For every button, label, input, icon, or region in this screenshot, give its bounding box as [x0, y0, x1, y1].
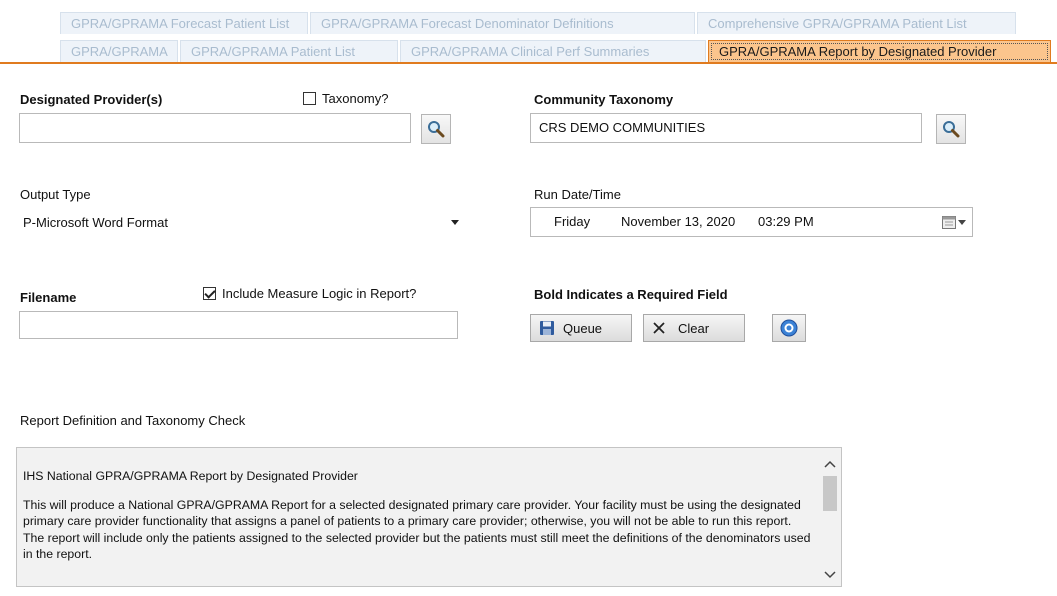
- chevron-down-icon: [451, 220, 459, 225]
- taxonomy-label: Taxonomy?: [322, 91, 389, 106]
- tab-report-by-designated-provider[interactable]: GPRA/GPRAMA Report by Designated Provide…: [708, 40, 1051, 62]
- help-button[interactable]: [772, 314, 806, 342]
- report-body: This will produce a National GPRA/GPRAMA…: [23, 497, 811, 562]
- tab-forecast-denominator-definitions[interactable]: GPRA/GPRAMA Forecast Denominator Definit…: [310, 12, 695, 34]
- report-definition-textbox[interactable]: IHS National GPRA/GPRAMA Report by Desig…: [16, 447, 842, 587]
- tab-clinical-perf-summaries[interactable]: GPRA/GPRAMA Clinical Perf Summaries: [400, 40, 706, 62]
- chevron-down-icon[interactable]: [824, 571, 836, 579]
- run-time[interactable]: 03:29 PM: [758, 208, 814, 236]
- search-icon: [943, 121, 960, 138]
- output-type-label: Output Type: [20, 187, 91, 202]
- include-measure-logic-checkbox-box[interactable]: [203, 287, 216, 301]
- queue-label: Queue: [563, 320, 603, 336]
- community-taxonomy-input[interactable]: CRS DEMO COMMUNITIES: [530, 113, 922, 143]
- report-definition-label: Report Definition and Taxonomy Check: [20, 413, 246, 428]
- include-measure-logic-checkbox[interactable]: Include Measure Logic in Report?: [203, 286, 416, 301]
- chevron-down-icon: [958, 220, 966, 225]
- report-title: IHS National GPRA/GPRAMA Report by Desig…: [23, 469, 358, 483]
- required-field-note: Bold Indicates a Required Field: [534, 287, 728, 302]
- include-measure-logic-label: Include Measure Logic in Report?: [222, 286, 417, 301]
- designated-provider-search-button[interactable]: [421, 114, 451, 144]
- filename-label: Filename: [20, 290, 77, 305]
- tab-gprama-patient-list[interactable]: GPRA/GPRAMA Patient List: [180, 40, 398, 62]
- help-icon: [780, 319, 798, 337]
- save-icon: [540, 321, 554, 335]
- run-datetime-label: Run Date/Time: [534, 187, 621, 202]
- tab-underline: [0, 62, 1057, 64]
- filename-input[interactable]: [19, 311, 458, 339]
- community-taxonomy-label: Community Taxonomy: [534, 92, 674, 107]
- tab-strip: GPRA/GPRAMA Forecast Patient List GPRA/G…: [0, 0, 1057, 66]
- run-datetime-picker[interactable]: Friday November 13, 2020 03:29 PM: [530, 207, 973, 237]
- taxonomy-checkbox[interactable]: Taxonomy?: [303, 91, 388, 106]
- scrollbar-thumb[interactable]: [823, 476, 837, 511]
- search-icon: [428, 121, 445, 138]
- designated-provider-input[interactable]: [19, 113, 411, 143]
- designated-provider-label: Designated Provider(s): [20, 92, 163, 107]
- taxonomy-checkbox-box[interactable]: [303, 92, 316, 106]
- close-icon: [653, 322, 665, 334]
- report-text: IHS National GPRA/GPRAMA Report by Desig…: [23, 468, 813, 575]
- run-day[interactable]: Friday: [554, 208, 590, 236]
- tab-row-2: GPRA/GPRAMA GPRA/GPRAMA Patient List GPR…: [60, 40, 1053, 62]
- calendar-icon: [942, 216, 956, 229]
- tab-gpra-gprama[interactable]: GPRA/GPRAMA: [60, 40, 178, 62]
- tab-forecast-patient-list[interactable]: GPRA/GPRAMA Forecast Patient List: [60, 12, 308, 34]
- community-taxonomy-search-button[interactable]: [936, 114, 966, 144]
- output-type-select[interactable]: P-Microsoft Word Format: [19, 207, 465, 237]
- queue-button[interactable]: Queue: [530, 314, 632, 342]
- tab-comprehensive-patient-list[interactable]: Comprehensive GPRA/GPRAMA Patient List: [697, 12, 1016, 34]
- clear-button[interactable]: Clear: [643, 314, 745, 342]
- output-type-value: P-Microsoft Word Format: [23, 215, 168, 230]
- clear-label: Clear: [678, 320, 710, 336]
- calendar-dropdown-button[interactable]: [942, 216, 966, 229]
- chevron-up-icon[interactable]: [824, 460, 836, 468]
- run-date[interactable]: November 13, 2020: [621, 208, 735, 236]
- tab-row-1: GPRA/GPRAMA Forecast Patient List GPRA/G…: [60, 12, 1018, 34]
- report-scrollbar[interactable]: [819, 448, 841, 586]
